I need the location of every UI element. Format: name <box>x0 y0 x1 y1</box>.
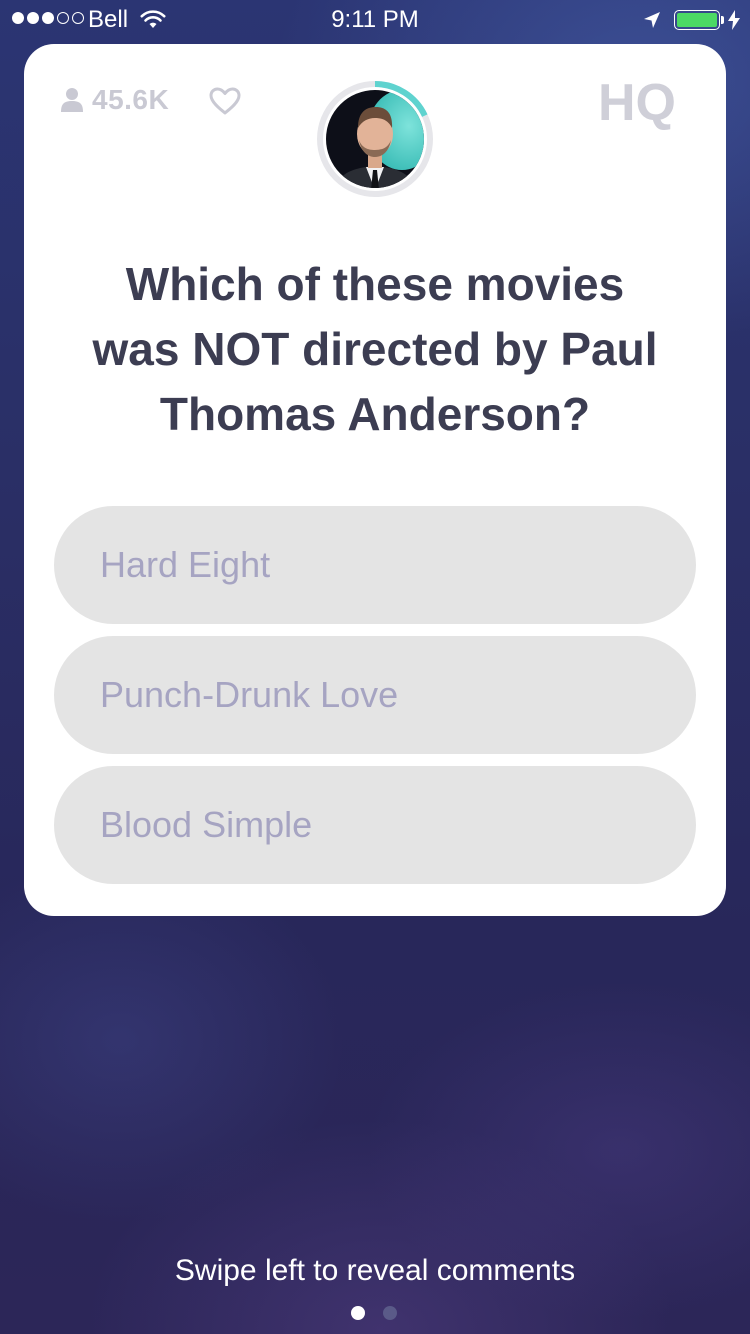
viewer-count-group: 45.6K <box>60 84 169 116</box>
page-dot[interactable] <box>383 1306 397 1320</box>
battery-icon <box>674 10 720 30</box>
question-text: Which of these movies was NOT directed b… <box>54 252 696 447</box>
page-indicator[interactable] <box>351 1306 397 1320</box>
battery-level <box>677 13 717 27</box>
viewer-count: 45.6K <box>92 84 170 115</box>
svg-text:HQ: HQ <box>598 74 676 132</box>
answer-option[interactable]: Hard Eight <box>54 506 696 624</box>
question-line: Which of these movies <box>125 258 625 310</box>
status-time: 9:11 PM <box>331 6 419 33</box>
swipe-hint: Swipe left to reveal comments <box>174 1254 576 1287</box>
answer-label: Punch-Drunk Love <box>100 674 399 715</box>
host-avatar <box>316 80 434 198</box>
answer-option[interactable]: Punch-Drunk Love <box>54 636 696 754</box>
answer-option[interactable]: Blood Simple <box>54 766 696 884</box>
question-line: Thomas Anderson? <box>159 388 591 440</box>
charging-bolt-icon <box>728 10 740 30</box>
answer-label: Blood Simple <box>100 804 313 845</box>
question-line: was NOT directed by Paul <box>92 323 658 375</box>
location-arrow-icon <box>644 12 660 28</box>
heart-icon[interactable] <box>208 86 242 116</box>
battery-tip <box>721 16 724 24</box>
hq-logo: HQ <box>598 74 676 132</box>
page-dot-active[interactable] <box>351 1306 365 1320</box>
answer-label: Hard Eight <box>100 544 271 585</box>
person-icon <box>61 88 83 112</box>
question-card: 45.6K HQ Which of these movies was NOT d… <box>24 44 726 916</box>
status-bar: Bell 9:11 PM <box>0 0 750 40</box>
